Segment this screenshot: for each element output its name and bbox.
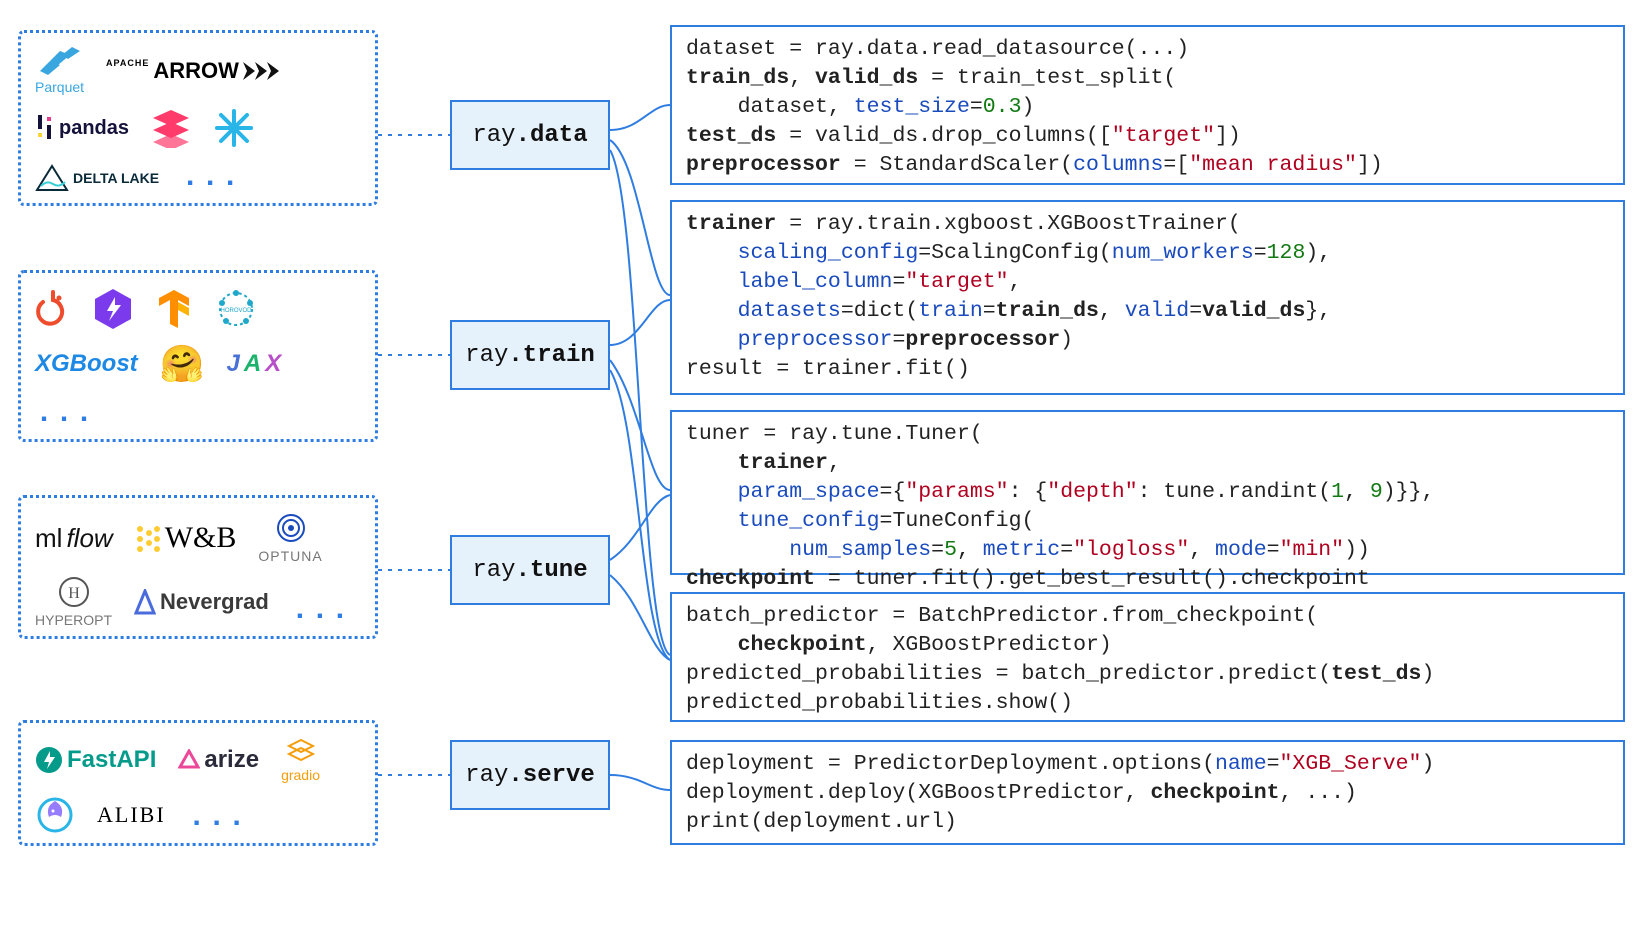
- logo-jax: JAX: [227, 350, 282, 378]
- logo-xgboost: XGBoost: [35, 350, 138, 378]
- svg-text:H: H: [68, 585, 80, 602]
- module-ray-tune: ray.tune: [450, 535, 610, 605]
- logo-arize: arize: [178, 746, 259, 774]
- logo-wandb: W&B: [135, 521, 237, 555]
- ecosystem-tune: mlflow W&B OPTUNA H HYPEROPT Nevergrad .…: [18, 495, 378, 639]
- logo-huggingface: 🤗: [160, 343, 205, 385]
- svg-text:HOROVOD: HOROVOD: [220, 308, 252, 314]
- logo-lightning: [93, 287, 133, 331]
- logo-mlflow: mlflow: [35, 523, 113, 554]
- more-icon: ...: [181, 161, 241, 195]
- logo-horovod: HOROVOD: [215, 288, 257, 330]
- ecosystem-train: HOROVOD XGBoost 🤗 JAX ...: [18, 270, 378, 442]
- code-data: dataset = ray.data.read_datasource(...) …: [670, 25, 1625, 185]
- logo-nevergrad: Nevergrad: [134, 589, 269, 615]
- logo-gradio: gradio: [281, 737, 320, 783]
- more-icon: ...: [291, 594, 351, 628]
- logo-alibi: ALIBI: [97, 802, 166, 828]
- logo-snowflake: [213, 107, 255, 149]
- code-train: trainer = ray.train.xgboost.XGBoostTrain…: [670, 200, 1625, 395]
- logo-tensorflow: [155, 288, 193, 330]
- logo-pytorch: [35, 288, 71, 330]
- code-serve: deployment = PredictorDeployment.options…: [670, 740, 1625, 845]
- logo-arrow: APACHE ARROW: [106, 58, 285, 84]
- more-icon: ...: [188, 801, 248, 835]
- more-icon: ...: [35, 397, 95, 431]
- code-predict: batch_predictor = BatchPredictor.from_ch…: [670, 592, 1625, 722]
- ecosystem-serve: FastAPI arize gradio ALIBI ...: [18, 720, 378, 846]
- logo-hyperopt: H HYPEROPT: [35, 576, 112, 628]
- logo-deltalake: DELTA LAKE: [35, 164, 159, 192]
- code-tune: tuner = ray.tune.Tuner( trainer, param_s…: [670, 410, 1625, 575]
- logo-parquet: Parquet: [35, 47, 84, 95]
- logo-seldon: [35, 795, 75, 835]
- module-ray-train: ray.train: [450, 320, 610, 390]
- logo-optuna: OPTUNA: [258, 512, 322, 564]
- ecosystem-data: Parquet APACHE ARROW pandas DELTA LAKE .…: [18, 30, 378, 206]
- module-ray-data: ray.data: [450, 100, 610, 170]
- module-ray-serve: ray.serve: [450, 740, 610, 810]
- logo-pandas: pandas: [35, 111, 129, 145]
- logo-fastapi: FastAPI: [35, 746, 156, 774]
- logo-databricks: [151, 108, 191, 148]
